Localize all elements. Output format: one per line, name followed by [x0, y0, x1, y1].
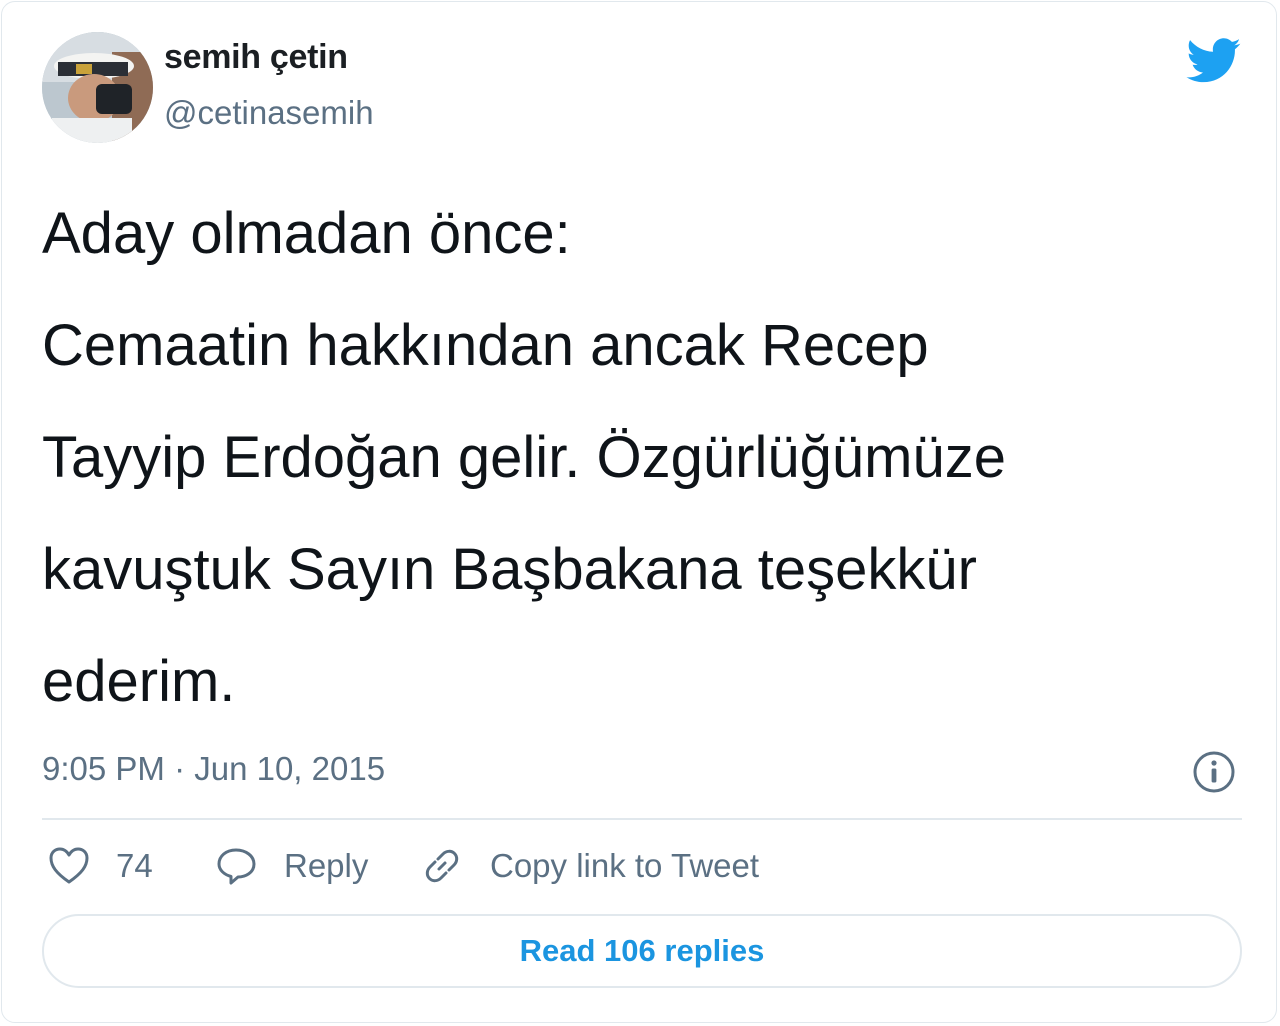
info-icon[interactable]: [1192, 750, 1236, 794]
twitter-bird-icon[interactable]: [1186, 38, 1242, 84]
divider: [42, 818, 1242, 820]
speech-bubble-icon: [217, 848, 256, 885]
reply-button[interactable]: Reply: [216, 838, 368, 894]
user-handle[interactable]: @cetinasemih: [164, 94, 374, 132]
tweet-text-line: ederim.: [42, 649, 236, 714]
avatar-image: [42, 32, 153, 143]
tweet-text: Aday olmadan önce: Cemaatin hakkından an…: [42, 178, 1242, 738]
like-count: 74: [116, 847, 153, 884]
tweet-text-line: Aday olmadan önce:: [42, 201, 571, 266]
copy-link-button[interactable]: Copy link to Tweet: [420, 838, 759, 894]
copy-link-label: Copy link to Tweet: [490, 847, 760, 884]
tweet-actions: 74 Reply Copy link to Tweet: [42, 838, 1242, 894]
display-name[interactable]: semih çetin: [164, 38, 348, 77]
link-icon: [425, 849, 459, 883]
reply-label: Reply: [284, 847, 369, 884]
avatar[interactable]: [42, 32, 153, 143]
read-replies-button[interactable]: Read 106 replies: [42, 914, 1242, 988]
tweet-card: semih çetin @cetinasemih Aday olmadan ön…: [1, 1, 1277, 1023]
tweet-text-line: kavuştuk Sayın Başbakana teşekkür: [42, 537, 977, 602]
tweet-text-line: Tayyip Erdoğan gelir. Özgürlüğümüze: [42, 425, 1006, 490]
tweet-timestamp[interactable]: 9:05 PM · Jun 10, 2015: [42, 750, 385, 788]
tweet-text-line: Cemaatin hakkından ancak Recep: [42, 313, 929, 378]
like-button[interactable]: 74: [48, 838, 153, 894]
heart-icon: [49, 847, 89, 884]
